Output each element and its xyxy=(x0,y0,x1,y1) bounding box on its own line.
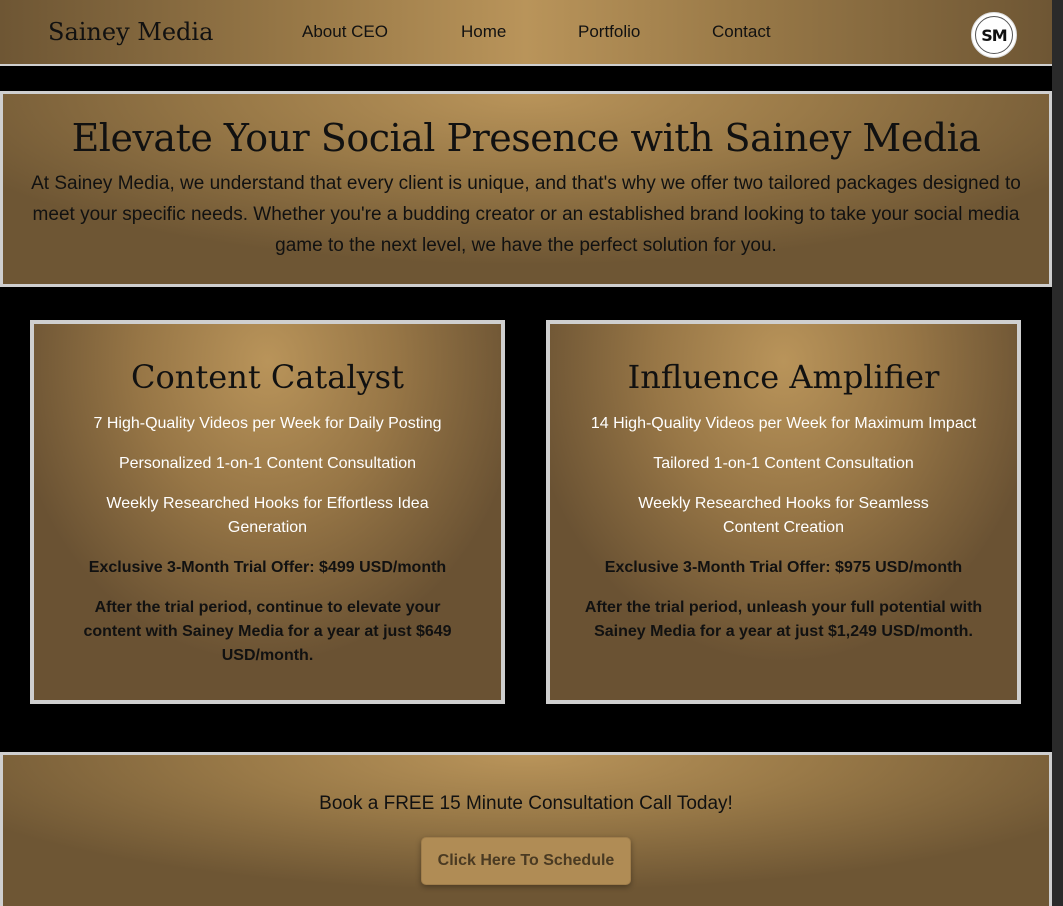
schedule-button[interactable]: Click Here To Schedule xyxy=(420,837,632,885)
package-offer: Exclusive 3-Month Trial Offer: $499 USD/… xyxy=(88,559,447,576)
nav-contact[interactable]: Contact xyxy=(712,22,771,42)
package-feature: 7 High-Quality Videos per Week for Daily… xyxy=(93,415,442,432)
nav-home[interactable]: Home xyxy=(461,22,506,42)
cta-text: Book a FREE 15 Minute Consultation Call … xyxy=(319,793,733,814)
package-feature: Personalized 1-on-1 Content Consultation xyxy=(118,455,417,472)
hero-text: At Sainey Media, we understand that ever… xyxy=(31,173,1021,256)
brand-name[interactable]: Sainey Media xyxy=(48,18,213,46)
package-feature: Weekly Researched Hooks for Seamless Con… xyxy=(638,495,929,536)
package-feature: 14 High-Quality Videos per Week for Maxi… xyxy=(590,415,977,432)
logo-text: SM xyxy=(975,16,1013,54)
site-header: Sainey Media About CEO Home Portfolio Co… xyxy=(0,0,1052,66)
package-after-trial: After the trial period, unleash your ful… xyxy=(584,599,983,640)
package-feature: Weekly Researched Hooks for Effortless I… xyxy=(106,495,429,536)
package-title: Content Catalyst xyxy=(131,358,404,396)
hero-title: Elevate Your Social Presence with Sainey… xyxy=(71,116,981,160)
package-card-content-catalyst: Content Catalyst 7 High-Quality Videos p… xyxy=(30,320,505,704)
nav-about-ceo[interactable]: About CEO xyxy=(302,22,388,42)
logo-icon[interactable]: SM xyxy=(971,12,1017,58)
package-title: Influence Amplifier xyxy=(627,358,940,396)
package-card-influence-amplifier: Influence Amplifier 14 High-Quality Vide… xyxy=(546,320,1021,704)
hero-section: Elevate Your Social Presence with Sainey… xyxy=(0,91,1052,287)
cta-section: Book a FREE 15 Minute Consultation Call … xyxy=(0,752,1052,906)
package-offer: Exclusive 3-Month Trial Offer: $975 USD/… xyxy=(604,559,963,576)
nav-portfolio[interactable]: Portfolio xyxy=(578,22,640,42)
package-after-trial: After the trial period, continue to elev… xyxy=(83,599,452,664)
package-feature: Tailored 1-on-1 Content Consultation xyxy=(653,455,914,472)
scrollbar[interactable] xyxy=(1052,0,1063,906)
